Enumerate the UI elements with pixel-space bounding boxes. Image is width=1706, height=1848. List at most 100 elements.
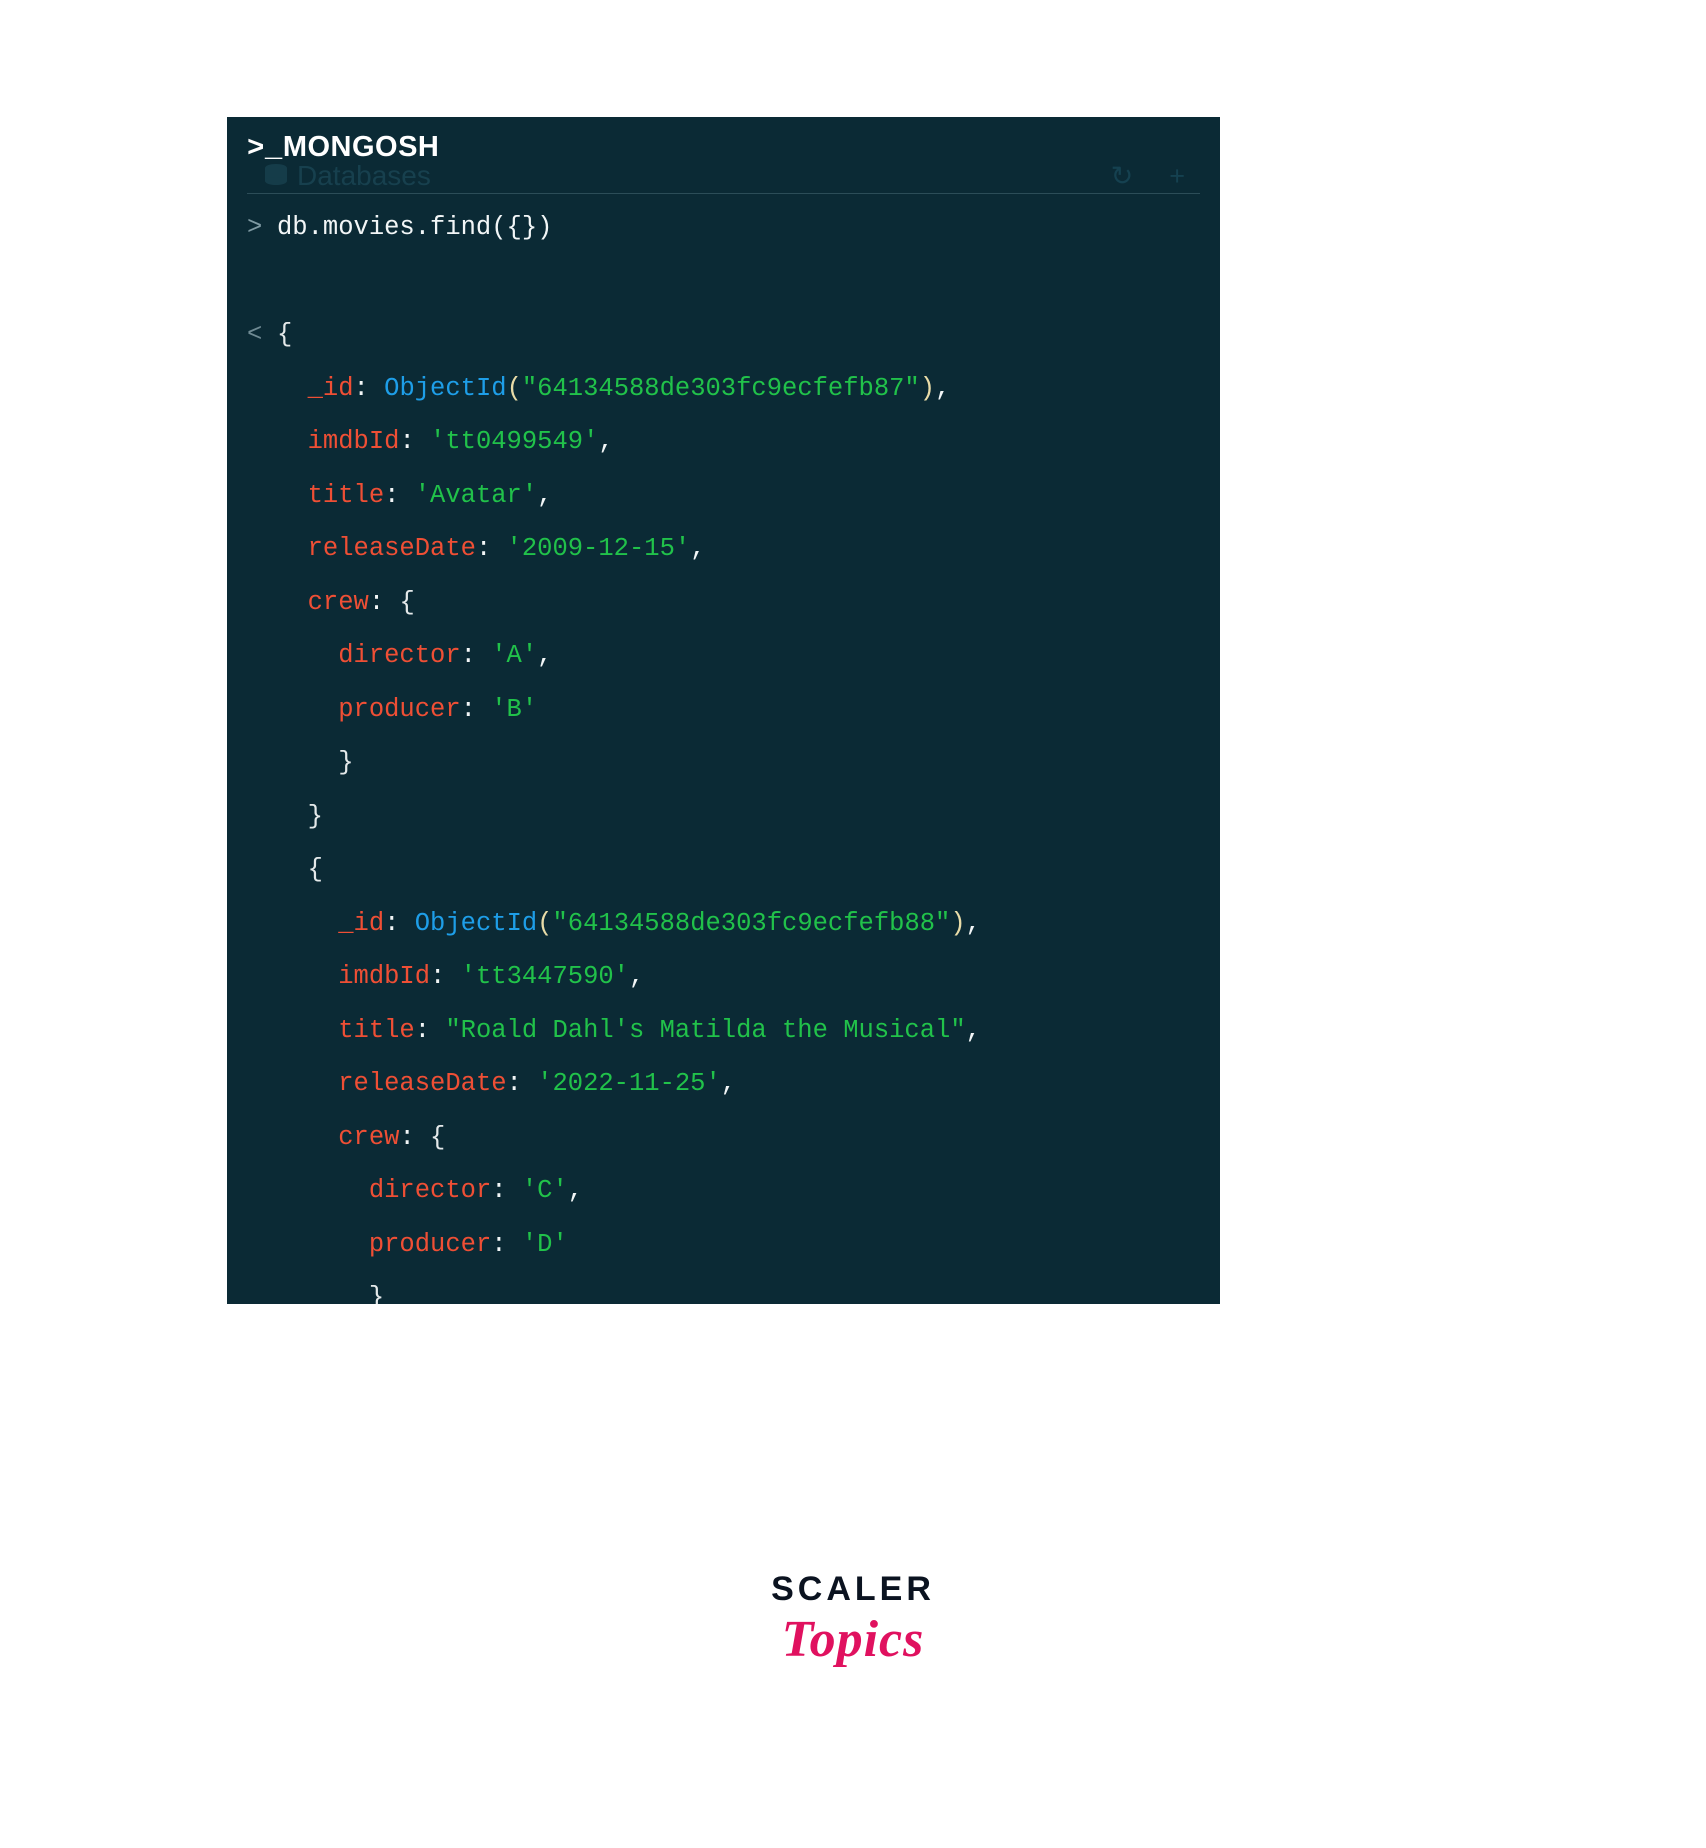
token-paren: ): [919, 373, 936, 403]
terminal-output-line: <{: [227, 308, 1220, 362]
token-brace: {: [430, 1122, 446, 1152]
token-key: crew: [338, 1122, 400, 1152]
gutter-spacer: [247, 415, 277, 469]
terminal-output-line: }: [227, 790, 1220, 844]
mongosh-terminal-window: >_MONGOSH Databases ↻ + > db.movies.find(…: [227, 117, 1220, 1304]
token-str: "64134588de303fc9ecfefb87": [521, 373, 920, 403]
token-key: imdbId: [338, 962, 431, 991]
token-key: releaseDate: [338, 1069, 507, 1098]
gutter-spacer: [247, 1271, 277, 1304]
token-punct: ,: [598, 427, 614, 456]
token-punct: :: [384, 480, 415, 510]
token-punct: :: [491, 1229, 522, 1259]
token-punct: :: [368, 587, 400, 617]
token-punct: ,: [720, 1069, 737, 1098]
terminal-output-line: crew: {: [227, 1111, 1220, 1165]
token-key: director: [368, 1176, 492, 1205]
token-punct: :: [491, 1176, 522, 1205]
token-punct: ,: [965, 908, 981, 938]
token-punct: :: [430, 962, 461, 991]
terminal-output-line: _id: ObjectId("64134588de303fc9ecfefb88"…: [227, 897, 1220, 951]
terminal-output-line: title: "Roald Dahl's Matilda the Musical…: [227, 1004, 1220, 1058]
terminal-output-line: director: 'C',: [227, 1164, 1220, 1218]
gutter-spacer: [247, 736, 277, 790]
terminal-output-line: imdbId: 'tt3447590',: [227, 950, 1220, 1004]
token-punct: :: [414, 1015, 446, 1045]
terminal-output-line: _id: ObjectId("64134588de303fc9ecfefb87"…: [227, 362, 1220, 416]
token-key: _id: [307, 373, 354, 403]
token-str: "64134588de303fc9ecfefb88": [552, 908, 951, 938]
token-punct: ,: [537, 641, 553, 670]
terminal-output-line: releaseDate: '2009-12-15',: [227, 522, 1220, 576]
token-punct: ,: [935, 373, 951, 403]
token-punct: :: [460, 641, 492, 670]
gutter-spacer: [247, 629, 277, 683]
terminal-output-line: [227, 255, 1220, 309]
gutter-spacer: [247, 950, 277, 1004]
token-key: imdbId: [307, 427, 400, 456]
token-paren: (: [506, 373, 522, 403]
terminal-output-line: }: [227, 736, 1220, 790]
token-punct: ,: [965, 1015, 981, 1045]
token-brace: }: [307, 801, 323, 831]
token-key: director: [338, 641, 461, 670]
logo-scaler-text: SCALER: [771, 1570, 935, 1608]
token-fn: ObjectId: [414, 908, 538, 938]
terminal-output[interactable]: > db.movies.find({}) <{ _id: ObjectId("64…: [227, 183, 1220, 1304]
gutter-spacer: [247, 1057, 277, 1111]
terminal-output-line: producer: 'D': [227, 1218, 1220, 1272]
token-punct: ,: [567, 1176, 584, 1205]
token-fn: ObjectId: [384, 373, 507, 403]
terminal-output-line: {: [227, 843, 1220, 897]
token-key: releaseDate: [307, 534, 476, 563]
terminal-output-line: }: [227, 1271, 1220, 1304]
brand-logo: SCALER Topics: [0, 1572, 1706, 1666]
terminal-output-line: crew: {: [227, 576, 1220, 630]
token-str: 'Avatar': [414, 480, 538, 510]
terminal-output-line: imdbId: 'tt0499549',: [227, 415, 1220, 469]
gutter-spacer: [247, 1004, 277, 1058]
gutter-spacer: [247, 1164, 277, 1218]
token-brace: }: [338, 748, 354, 777]
token-str: '2009-12-15': [506, 534, 691, 563]
gutter-spacer: [247, 362, 277, 416]
terminal-output-line: producer: 'B': [227, 683, 1220, 737]
logo-topics-text: Topics: [781, 1611, 925, 1668]
token-paren: (: [537, 908, 553, 938]
token-str: '2022-11-25': [537, 1069, 721, 1098]
gutter-spacer: [247, 1111, 277, 1165]
terminal-input-line: > db.movies.find({}): [227, 201, 1220, 255]
token-cmd: db.movies.find({}): [277, 213, 553, 242]
token-key: crew: [307, 587, 369, 617]
token-punct: :: [475, 534, 507, 563]
token-str: "Roald Dahl's Matilda the Musical": [445, 1015, 966, 1045]
token-punct: ,: [628, 962, 645, 991]
token-brace: {: [307, 855, 323, 884]
gutter-spacer: [247, 469, 277, 523]
token-punct: :: [460, 694, 492, 724]
token-punct: :: [353, 373, 385, 403]
token-key: _id: [338, 908, 385, 938]
gutter-spacer: [247, 1218, 277, 1272]
token-brace: {: [399, 587, 415, 617]
gutter-spacer: [247, 843, 277, 897]
token-punct: :: [384, 908, 415, 938]
token-key: producer: [368, 1229, 492, 1259]
gutter-spacer: [247, 897, 277, 951]
input-prompt-chevron-icon: >: [247, 213, 263, 242]
token-punct: :: [399, 1122, 431, 1152]
token-punct: ,: [690, 534, 706, 563]
token-punct: :: [506, 1069, 538, 1098]
